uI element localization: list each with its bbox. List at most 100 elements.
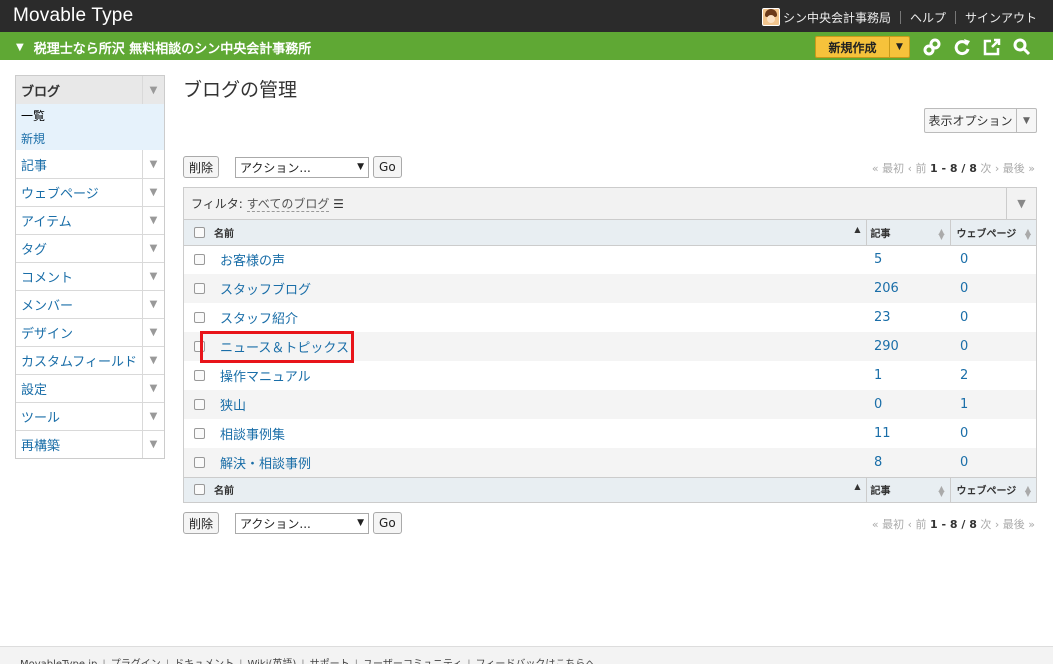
delete-button[interactable]: 削除	[183, 156, 220, 178]
chevron-down-icon[interactable]: ▼	[142, 150, 164, 178]
chevron-down-icon[interactable]: ▼	[142, 76, 164, 104]
pages-count-link[interactable]: 1	[960, 397, 968, 412]
footer-link[interactable]: フィードバックはこちらへ	[476, 659, 596, 664]
col-entries-header[interactable]: 記事 ▲ ▼	[866, 220, 951, 246]
action-select[interactable]: アクション... ▼	[235, 156, 370, 178]
sidebar-item[interactable]: カスタムフィールド ▼	[16, 346, 164, 374]
sort-icon: ▲ ▼	[938, 484, 945, 499]
sidebar-header-blog[interactable]: ブログ ▼	[16, 76, 164, 104]
blog-name-link[interactable]: 解決・相談事例	[220, 457, 311, 472]
col-entries-header[interactable]: 記事 ▲ ▼	[866, 476, 951, 502]
sidebar-item[interactable]: 設定 ▼	[16, 374, 164, 402]
pages-count-link[interactable]: 0	[960, 426, 968, 441]
col-pages-header[interactable]: ウェブページ ▲ ▼	[950, 220, 1036, 246]
chevron-down-icon[interactable]: ▼	[142, 403, 164, 430]
sidebar-sub-list[interactable]: 一覧	[16, 104, 164, 127]
chevron-down-icon[interactable]: ▼	[142, 347, 164, 374]
footer-link[interactable]: Wiki(英語)	[247, 659, 296, 664]
entries-count-link[interactable]: 1	[874, 368, 882, 383]
go-button[interactable]: Go	[373, 156, 402, 178]
signout-link[interactable]: サインアウト	[965, 9, 1037, 26]
select-all-checkbox[interactable]	[193, 484, 205, 495]
footer-link[interactable]: ドキュメント	[174, 659, 234, 664]
user-name-link[interactable]: シン中央会計事務局	[783, 9, 891, 26]
blog-name-link[interactable]: ニュース＆トピックス	[220, 341, 349, 356]
row-checkbox[interactable]	[193, 428, 205, 439]
help-link[interactable]: ヘルプ	[910, 9, 946, 26]
pages-count-link[interactable]: 0	[960, 281, 968, 296]
col-name-header[interactable]: 名前 ▲	[214, 476, 867, 502]
pager-bottom: « 最初 ‹ 前 1 - 8 / 8 次 › 最後 »	[872, 516, 1035, 532]
entries-count-link[interactable]: 11	[874, 426, 891, 441]
pages-count-link[interactable]: 2	[960, 368, 968, 383]
sort-asc-icon: ▲	[854, 482, 861, 492]
actions-bottom: 削除 アクション... ▼ Go	[183, 512, 402, 534]
link-icon[interactable]	[922, 37, 942, 57]
blog-name-link[interactable]: スタッフブログ	[220, 283, 311, 298]
app-logo[interactable]: Movable Type	[13, 5, 133, 27]
entries-count-link[interactable]: 23	[874, 310, 891, 325]
chevron-down-icon[interactable]: ▼	[142, 207, 164, 234]
sidebar-item[interactable]: ウェブページ ▼	[16, 178, 164, 206]
sidebar-item[interactable]: ツール ▼	[16, 402, 164, 430]
sidebar-item[interactable]: 記事 ▼	[16, 150, 164, 178]
row-checkbox[interactable]	[193, 254, 205, 266]
blog-name-link[interactable]: スタッフ紹介	[220, 312, 298, 327]
select-all-checkbox[interactable]	[193, 226, 205, 238]
sidebar-item[interactable]: デザイン ▼	[16, 318, 164, 346]
blog-name-link[interactable]: 狭山	[220, 399, 246, 414]
table-row: 相談事例集 11 0	[184, 419, 1036, 448]
refresh-icon[interactable]	[952, 37, 972, 57]
triangle-down-icon[interactable]: ▼	[889, 37, 909, 57]
sidebar-item[interactable]: 再構築 ▼	[16, 430, 164, 458]
chevron-down-icon[interactable]: ▼	[142, 291, 164, 318]
col-name-header[interactable]: 名前 ▲	[214, 220, 867, 246]
new-button[interactable]: 新規作成 ▼	[815, 36, 910, 58]
search-icon[interactable]	[1012, 37, 1032, 57]
entries-count-link[interactable]: 8	[874, 455, 882, 470]
sidebar-item[interactable]: メンバー ▼	[16, 290, 164, 318]
blog-name-link[interactable]: 相談事例集	[220, 428, 285, 443]
external-link-icon[interactable]	[982, 37, 1002, 57]
row-checkbox[interactable]	[193, 399, 205, 410]
footer-link[interactable]: ユーザーコミュニティ	[363, 659, 462, 664]
chevron-down-icon[interactable]: ▼	[1006, 188, 1036, 219]
sidebar-sub-new[interactable]: 新規	[16, 127, 164, 150]
entries-count-link[interactable]: 5	[874, 252, 882, 267]
pages-count-link[interactable]: 0	[960, 455, 968, 470]
sidebar-item[interactable]: アイテム ▼	[16, 206, 164, 234]
list-icon[interactable]: ☰	[333, 197, 344, 211]
row-checkbox[interactable]	[193, 312, 205, 323]
sidebar-item[interactable]: コメント ▼	[16, 262, 164, 290]
blog-name-link[interactable]: 操作マニュアル	[220, 370, 311, 385]
entries-count-link[interactable]: 0	[874, 397, 882, 412]
chevron-down-icon[interactable]: ▼	[142, 235, 164, 262]
chevron-down-icon[interactable]: ▼	[142, 375, 164, 402]
site-switcher[interactable]: ▼ 税理士なら所沢 無料相談のシン中央会計事務所	[16, 38, 311, 57]
col-pages-header[interactable]: ウェブページ ▲ ▼	[950, 476, 1036, 502]
entries-count-link[interactable]: 290	[874, 339, 899, 354]
display-options-button[interactable]: 表示オプション ▼	[924, 108, 1037, 133]
row-checkbox[interactable]	[193, 370, 205, 381]
filter-value[interactable]: すべてのブログ	[246, 197, 330, 212]
row-checkbox[interactable]	[193, 456, 205, 468]
entries-count-link[interactable]: 206	[874, 281, 899, 296]
chevron-down-icon[interactable]: ▼	[142, 319, 164, 346]
footer-link[interactable]: プラグイン	[111, 659, 161, 664]
row-checkbox[interactable]	[193, 283, 205, 294]
user-avatar[interactable]	[761, 8, 780, 26]
chevron-down-icon[interactable]: ▼	[142, 263, 164, 290]
pages-count-link[interactable]: 0	[960, 310, 968, 325]
pages-count-link[interactable]: 0	[960, 339, 968, 354]
delete-button[interactable]: 削除	[183, 512, 220, 534]
action-select[interactable]: アクション... ▼	[235, 512, 370, 534]
go-button[interactable]: Go	[373, 512, 402, 534]
pages-count-link[interactable]: 0	[960, 252, 968, 267]
footer-link[interactable]: MovableType.jp	[20, 659, 97, 664]
row-checkbox[interactable]	[193, 341, 205, 352]
footer-link[interactable]: サポート	[310, 659, 350, 664]
blog-name-link[interactable]: お客様の声	[220, 254, 285, 269]
sidebar-item[interactable]: タグ ▼	[16, 234, 164, 262]
chevron-down-icon[interactable]: ▼	[142, 179, 164, 206]
chevron-down-icon[interactable]: ▼	[142, 431, 164, 458]
